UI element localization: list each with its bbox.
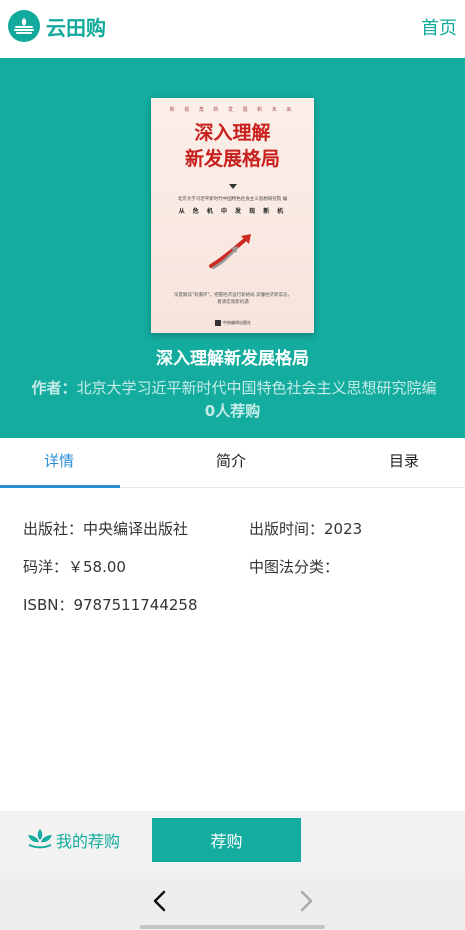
book-title: 深入理解新发展格局 <box>156 349 309 369</box>
tab-toc[interactable]: 目录 <box>389 450 419 471</box>
cover-arrow-graphic <box>207 230 257 274</box>
pub-time-field: 出版时间：2023 <box>249 520 363 538</box>
cloud-field-icon <box>8 10 40 42</box>
my-recommend-label: 我的荐购 <box>56 832 121 851</box>
publisher-field: 出版社：中央编译出版社 <box>23 520 189 538</box>
clc-field: 中图法分类： <box>249 558 340 576</box>
tab-intro[interactable]: 简介 <box>216 450 246 471</box>
book-cover[interactable]: 新 视 角 新 发 展 新 未 来 深入理解 新发展格局 北京大学习近平新时代中… <box>151 98 314 333</box>
active-tab-indicator <box>0 485 120 488</box>
cover-note: 深度解读"双循环"，把握经济运行新格局 读懂经济新常态，看清宏观新机遇 <box>173 293 293 305</box>
sprout-icon <box>26 827 54 853</box>
author-line: 作者：北京大学习近平新时代中国特色社会主义思想研究院编 <box>14 376 454 400</box>
chevron-left-icon[interactable] <box>150 889 170 917</box>
cover-publisher: 中央编译出版社 <box>215 320 255 326</box>
isbn-field: ISBN：9787511744258 <box>23 596 198 614</box>
tab-bar: 详情 简介 目录 <box>0 438 465 488</box>
browser-nav-bar <box>0 873 465 930</box>
bottom-action-bar: 我的荐购 荐购 <box>0 811 465 873</box>
app-name: 云田购 <box>46 15 106 40</box>
cover-subtitle: 从 危 机 中 发 现 新 机 <box>178 208 287 215</box>
cover-top-line: 新 视 角 新 发 展 新 未 来 <box>169 107 296 113</box>
chevron-right-icon[interactable] <box>296 889 316 917</box>
my-recommend-link[interactable]: 我的荐购 <box>26 827 120 853</box>
cover-triangle <box>229 184 237 189</box>
recommend-button[interactable]: 荐购 <box>152 818 301 862</box>
author-label: 作者： <box>31 379 77 397</box>
tab-details[interactable]: 详情 <box>44 450 74 471</box>
cover-editor: 北京大学习近平新时代中国特色社会主义思想研究院 编 <box>177 197 288 202</box>
app-logo[interactable]: 云田购 <box>8 10 106 42</box>
author-name: 北京大学习近平新时代中国特色社会主义思想研究院编 <box>76 379 437 397</box>
recommend-count: 0人荐购 <box>204 402 261 420</box>
home-link[interactable]: 首页 <box>421 14 457 40</box>
top-bar: 云田购 首页 <box>0 0 465 52</box>
book-hero: 新 视 角 新 发 展 新 未 来 深入理解 新发展格局 北京大学习近平新时代中… <box>0 58 465 438</box>
home-indicator[interactable] <box>140 925 325 929</box>
cover-title: 深入理解 新发展格局 <box>184 122 280 170</box>
price-field: 码洋：￥58.00 <box>23 558 126 576</box>
page: 云田购 首页 新 视 角 新 发 展 新 未 来 深入理解 新发展格局 北京大学… <box>0 0 465 930</box>
